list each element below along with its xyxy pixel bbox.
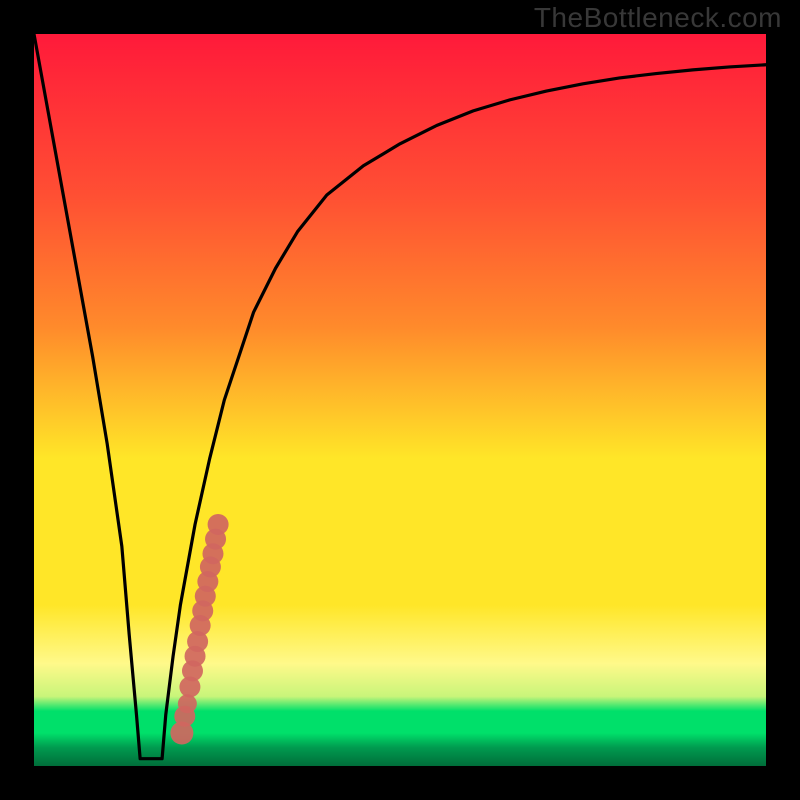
watermark-text: TheBottleneck.com (534, 2, 782, 34)
bottleneck-chart (0, 0, 800, 800)
chart-frame: TheBottleneck.com (0, 0, 800, 800)
